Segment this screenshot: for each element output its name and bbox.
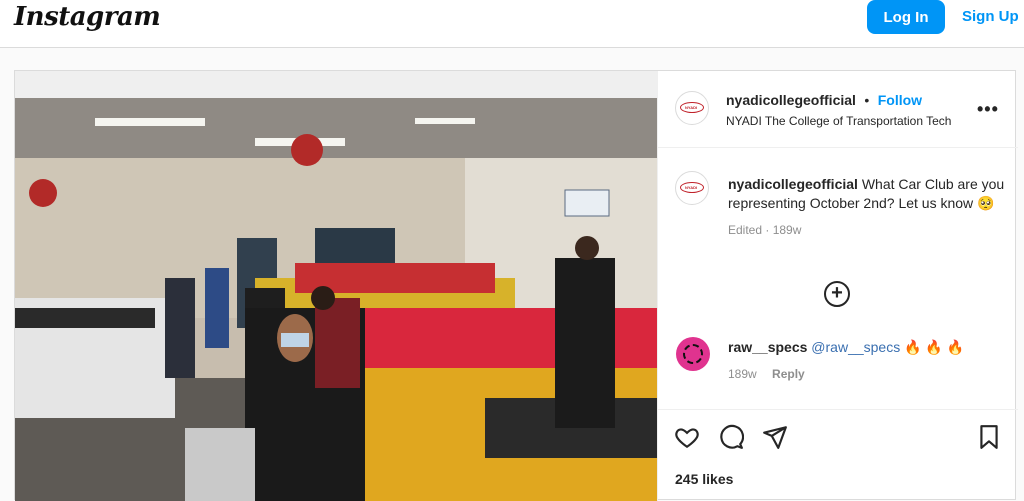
heart-icon[interactable] <box>674 424 700 450</box>
plus-circle-icon[interactable]: + <box>824 281 850 307</box>
author-username[interactable]: nyadicollegeofficial <box>726 92 856 108</box>
comment-mention[interactable]: @raw__specs <box>811 339 900 355</box>
comment-icon[interactable] <box>718 424 744 450</box>
post-caption: nyadicollegeofficial What Car Club are y… <box>728 175 1008 240</box>
post-card: NYADI nyadicollegeofficial • Follow NYAD… <box>14 70 1018 501</box>
share-icon[interactable] <box>762 424 788 450</box>
follow-button[interactable]: Follow <box>878 92 922 108</box>
comment-item: raw__specs @raw__specs 🔥 🔥 🔥 <box>728 339 964 356</box>
avatar-logo-icon <box>683 344 703 364</box>
more-options-icon[interactable]: ••• <box>977 99 999 120</box>
post-actions: 245 likes <box>658 409 1018 501</box>
author-subtitle[interactable]: NYADI The College of Transportation Tech <box>726 114 961 128</box>
signup-link[interactable]: Sign Up <box>962 8 1019 25</box>
top-navigation-bar: Instagram Log In Sign Up <box>0 0 1024 48</box>
post-header: NYADI nyadicollegeofficial • Follow NYAD… <box>658 71 1018 148</box>
instagram-logo[interactable]: Instagram <box>14 2 161 32</box>
fire-emoji: 🔥 🔥 🔥 <box>904 339 965 355</box>
commenter-avatar[interactable] <box>676 337 710 371</box>
post-media[interactable] <box>15 71 657 501</box>
likes-count[interactable]: 245 likes <box>675 471 733 487</box>
comment-meta: 189w Reply <box>728 367 805 381</box>
bookmark-icon[interactable] <box>976 424 1002 450</box>
post-photo[interactable] <box>15 98 657 501</box>
caption-username[interactable]: nyadicollegeofficial <box>728 176 858 192</box>
caption-avatar[interactable]: NYADI <box>675 171 709 205</box>
post-sidebar: NYADI nyadicollegeofficial • Follow NYAD… <box>657 71 1018 501</box>
comment-time[interactable]: 189w <box>728 367 757 381</box>
login-button[interactable]: Log In <box>867 0 945 34</box>
caption-meta: Edited · 189w <box>728 223 802 237</box>
comment-username[interactable]: raw__specs <box>728 339 807 355</box>
separator-dot: • <box>864 92 870 108</box>
reply-button[interactable]: Reply <box>772 367 805 381</box>
author-avatar[interactable]: NYADI <box>675 91 709 125</box>
car-show-garage-photo <box>15 98 657 501</box>
